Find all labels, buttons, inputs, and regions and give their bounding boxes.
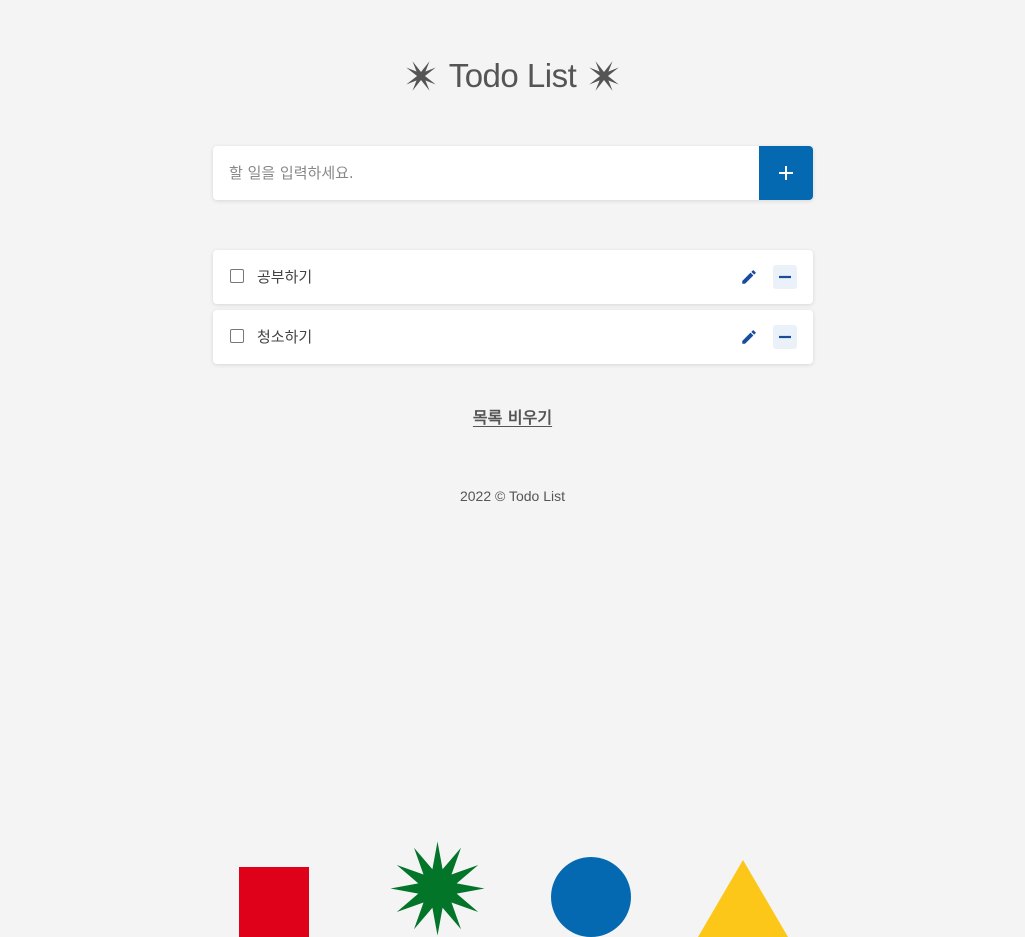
- plus-icon: [779, 166, 793, 180]
- asterisk-star-icon: [589, 61, 620, 91]
- green-starburst: [390, 841, 485, 936]
- delete-todo-button[interactable]: [773, 325, 797, 349]
- pencil-icon: [742, 270, 756, 284]
- edit-todo-button[interactable]: [737, 325, 761, 349]
- red-square: [239, 867, 309, 937]
- todo-input[interactable]: [213, 146, 759, 200]
- pencil-icon: [742, 330, 756, 344]
- page-title: Todo List: [448, 57, 577, 94]
- todo-checkbox[interactable]: [230, 269, 244, 283]
- asterisk-star-icon: [405, 61, 436, 91]
- todo-checkbox[interactable]: [230, 329, 244, 343]
- delete-todo-button[interactable]: [773, 265, 797, 289]
- yellow-triangle: [698, 860, 788, 937]
- todo-input-form: [213, 146, 813, 200]
- blue-circle: [551, 857, 631, 937]
- todo-item: 청소하기: [213, 310, 813, 364]
- todo-list: 공부하기 청소하기: [213, 250, 813, 370]
- minus-icon: [779, 335, 791, 339]
- todo-label: 공부하기: [257, 268, 313, 286]
- page-header: Todo List: [0, 52, 1025, 100]
- minus-icon: [779, 275, 791, 279]
- footer-text: 2022 © Todo List: [459, 488, 566, 504]
- todo-item: 공부하기: [213, 250, 813, 304]
- clear-list-row: 목록 비우기: [0, 404, 1025, 428]
- todo-label: 청소하기: [257, 328, 313, 346]
- clear-list-button[interactable]: 목록 비우기: [473, 408, 552, 427]
- edit-todo-button[interactable]: [737, 265, 761, 289]
- add-todo-button[interactable]: [759, 146, 813, 200]
